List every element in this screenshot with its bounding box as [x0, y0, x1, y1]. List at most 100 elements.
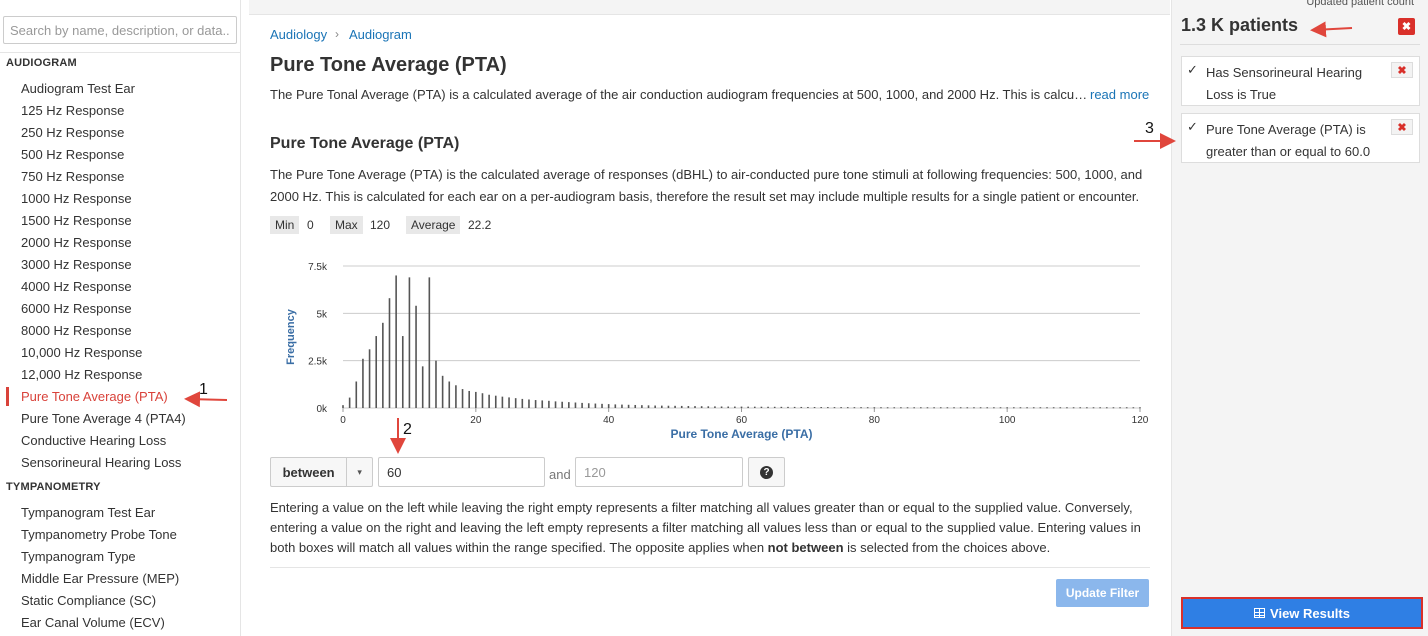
histogram-bar [1066, 407, 1068, 409]
remove-filter-button[interactable]: ✖ [1391, 62, 1413, 78]
breadcrumb-audiology[interactable]: Audiology [270, 27, 327, 42]
histogram-bar [720, 406, 723, 408]
sidebar-item[interactable]: 125 Hz Response [21, 103, 124, 118]
sidebar-item[interactable]: 250 Hz Response [21, 125, 124, 140]
search-input[interactable] [3, 16, 237, 44]
histogram-bar [939, 407, 942, 409]
updated-count-label: Updated patient count [1306, 0, 1414, 8]
histogram-bar [601, 403, 603, 408]
y-axis-label: Frequency [285, 308, 297, 365]
histogram-bar [1079, 407, 1082, 409]
breadcrumb-separator: › [335, 27, 339, 41]
filter-card[interactable]: ✓ Pure Tone Average (PTA) is greater tha… [1181, 113, 1420, 163]
sidebar-item[interactable]: 4000 Hz Response [21, 279, 132, 294]
sidebar-item[interactable]: Audiogram Test Ear [21, 81, 135, 96]
breadcrumb-audiogram[interactable]: Audiogram [349, 27, 412, 42]
histogram-bar [561, 401, 563, 408]
histogram-bar [514, 398, 517, 408]
histogram-bar [820, 407, 822, 409]
sidebar-item[interactable]: Pure Tone Average 4 (PTA4) [21, 411, 186, 426]
histogram-bar [1019, 407, 1022, 409]
sidebar-item[interactable]: Tympanometry Probe Tone [21, 527, 177, 542]
sidebar-item[interactable]: 750 Hz Response [21, 169, 124, 184]
histogram-bar [1112, 407, 1115, 409]
histogram-bar [1125, 407, 1128, 409]
sidebar-item[interactable]: 8000 Hz Response [21, 323, 132, 338]
x-axis-label: Pure Tone Average (PTA) [670, 427, 812, 441]
sidebar-item[interactable]: Static Compliance (SC) [21, 593, 156, 608]
sidebar-item[interactable]: 2000 Hz Response [21, 235, 132, 250]
histogram-bar [1026, 407, 1028, 409]
x-tick-label: 120 [1132, 415, 1149, 426]
histogram-bar [853, 407, 856, 409]
x-tick-label: 0 [340, 415, 346, 426]
histogram-bar [388, 298, 391, 408]
histogram-bar [1139, 407, 1141, 409]
sidebar-item[interactable]: Ear Canal Volume (ECV) [21, 615, 165, 630]
page-title: Pure Tone Average (PTA) [270, 54, 507, 76]
histogram-bar [707, 406, 710, 408]
histogram-bar [800, 406, 803, 408]
histogram-bar [554, 401, 557, 408]
histogram-chart: 0k 2.5k 5k 7.5k 0 20 40 60 80 100 120 Pure Tone Ave… [285, 262, 1149, 441]
section-heading: TYMPANOMETRY [6, 481, 101, 493]
sidebar-item[interactable]: 3000 Hz Response [21, 257, 132, 272]
help-button[interactable]: ? [748, 457, 785, 487]
sidebar-item[interactable]: Tympanogram Type [21, 549, 136, 564]
operator-dropdown[interactable]: between ▾ [270, 457, 373, 487]
histogram-bar [375, 336, 378, 408]
high-value-input[interactable] [575, 457, 743, 487]
remove-filter-button[interactable]: ✖ [1391, 119, 1413, 135]
histogram-bar [654, 405, 656, 408]
update-filter-button[interactable]: Update Filter [1056, 579, 1149, 607]
clear-all-filters-button[interactable]: ✖ [1398, 18, 1415, 35]
histogram-bar [661, 405, 663, 408]
min-value: 0 [307, 218, 314, 232]
x-tick-label: 20 [470, 415, 482, 426]
histogram-bar [986, 407, 989, 409]
histogram-bar [760, 406, 763, 408]
histogram-bar [627, 404, 630, 408]
help-text-emphasis: not between [767, 540, 844, 555]
sidebar: AUDIOGRAM Audiogram Test Ear 125 Hz Respon… [0, 0, 241, 636]
annotation-1: 1 [199, 381, 208, 398]
sidebar-item[interactable]: Sensorineural Hearing Loss [21, 455, 181, 470]
sidebar-item[interactable]: Pure Tone Average (PTA) [21, 389, 168, 404]
view-results-button[interactable]: View Results [1181, 597, 1423, 629]
read-more-link[interactable]: read more [1090, 87, 1149, 102]
histogram-bar [421, 366, 424, 408]
histogram-bar [920, 407, 922, 409]
divider [1180, 44, 1420, 45]
histogram-bar [807, 406, 809, 408]
histogram-bar [587, 403, 590, 408]
histogram-bar [840, 407, 842, 409]
histogram-bar [342, 405, 344, 408]
average-value: 22.2 [468, 218, 492, 232]
max-label: Max [330, 216, 363, 234]
y-tick-label: 7.5k [308, 262, 328, 273]
y-tick-label: 0k [316, 404, 328, 415]
sidebar-item[interactable]: 10,000 Hz Response [21, 345, 142, 360]
sidebar-item[interactable]: 12,000 Hz Response [21, 367, 142, 382]
histogram-bar [753, 406, 756, 408]
sidebar-item[interactable]: Middle Ear Pressure (MEP) [21, 571, 179, 586]
patient-count: 1.3 K patients [1181, 15, 1299, 35]
sidebar-item[interactable]: 1500 Hz Response [21, 213, 132, 228]
sidebar-item[interactable]: 6000 Hz Response [21, 301, 132, 316]
histogram-bar [893, 407, 896, 409]
y-tick-label: 2.5k [308, 357, 328, 368]
sidebar-item[interactable]: Tympanogram Test Ear [21, 505, 155, 520]
sidebar-item[interactable]: Conductive Hearing Loss [21, 433, 166, 448]
histogram-bar [1092, 407, 1095, 409]
filter-card[interactable]: ✓ Has Sensorineural Hearing Loss is True… [1181, 56, 1420, 106]
and-label: and [549, 467, 571, 482]
sidebar-item[interactable]: 1000 Hz Response [21, 191, 132, 206]
check-icon: ✓ [1187, 62, 1198, 77]
histogram-bar [401, 336, 404, 408]
low-value-input[interactable] [378, 457, 545, 487]
histogram-bar [355, 381, 358, 408]
histogram-bar [1039, 407, 1042, 409]
sidebar-item[interactable]: 500 Hz Response [21, 147, 124, 162]
histogram-bar [787, 406, 789, 408]
histogram-bar [621, 404, 623, 408]
